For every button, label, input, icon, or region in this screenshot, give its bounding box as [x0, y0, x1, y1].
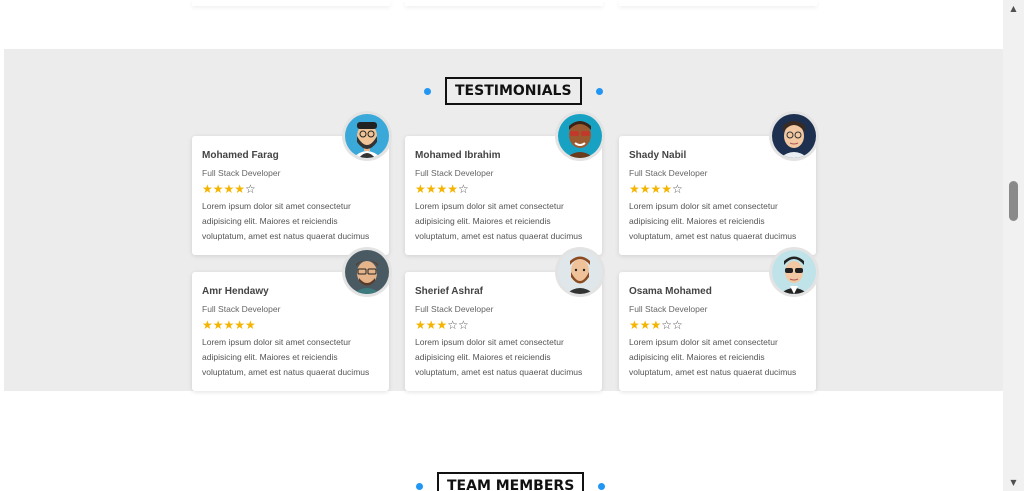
- star-filled-icon: ★★★★: [629, 182, 673, 196]
- rating-stars: ★★★☆☆: [629, 318, 806, 332]
- star-empty-icon: ☆☆: [661, 318, 683, 332]
- avatar-glasses-dark-hair-icon: [772, 114, 816, 158]
- scroll-down-arrow-icon[interactable]: ▼: [1003, 474, 1024, 491]
- scroll-up-arrow-icon[interactable]: ▲: [1003, 0, 1024, 17]
- bullet-dot-icon: [598, 482, 606, 490]
- section-title: TEAM MEMBERS: [437, 472, 585, 491]
- avatar-sunglasses-icon: [558, 114, 602, 158]
- star-filled-icon: ★★★★★: [202, 318, 256, 332]
- testimonials-section: TESTIMONIALS Mohamed Farag Full Stack De…: [4, 49, 1003, 391]
- section-title: TESTIMONIALS: [445, 77, 582, 105]
- testimonial-text: Lorem ipsum dolor sit amet consectetur a…: [202, 201, 370, 241]
- star-empty-icon: ☆: [458, 182, 469, 196]
- testimonial-text: Lorem ipsum dolor sit amet consectetur a…: [415, 201, 583, 241]
- testimonial-role: Full Stack Developer: [202, 168, 281, 178]
- rating-stars: ★★★★☆: [629, 182, 806, 196]
- page: TESTIMONIALS Mohamed Farag Full Stack De…: [0, 0, 1024, 491]
- testimonial-text: Lorem ipsum dolor sit amet consectetur a…: [629, 337, 797, 377]
- bullet-dot-icon: [424, 87, 431, 95]
- rating-stars: ★★★★☆: [415, 182, 592, 196]
- star-empty-icon: ☆: [672, 182, 683, 196]
- bullet-dot-icon: [416, 482, 423, 490]
- avatar: [769, 111, 819, 161]
- avatar-beard-icon: [558, 250, 602, 294]
- star-filled-icon: ★★★: [415, 318, 448, 332]
- star-empty-icon: ☆: [245, 182, 256, 196]
- star-filled-icon: ★★★★: [202, 182, 246, 196]
- avatar-bearded-cap-glasses-icon: [345, 114, 389, 158]
- scrollbar-thumb[interactable]: [1009, 181, 1018, 221]
- avatar-glasses-beanie-icon: [345, 250, 389, 294]
- testimonial-role: Full Stack Developer: [629, 168, 708, 178]
- testimonial-role: Full Stack Developer: [202, 304, 281, 314]
- previous-section-bottom: [0, 0, 1003, 49]
- testimonial-text: Lorem ipsum dolor sit amet consectetur a…: [202, 337, 370, 377]
- testimonial-role: Full Stack Developer: [415, 304, 494, 314]
- avatar: [555, 111, 605, 161]
- avatar: [555, 247, 605, 297]
- previous-card: [192, 0, 390, 6]
- testimonials-heading: TESTIMONIALS: [424, 77, 603, 105]
- bullet-dot-icon: [595, 87, 603, 95]
- testimonial-text: Lorem ipsum dolor sit amet consectetur a…: [415, 337, 583, 377]
- rating-stars: ★★★☆☆: [415, 318, 592, 332]
- testimonial-role: Full Stack Developer: [629, 304, 708, 314]
- avatar: [342, 111, 392, 161]
- rating-stars: ★★★★★: [202, 318, 379, 332]
- rating-stars: ★★★★☆: [202, 182, 379, 196]
- avatar-shades-icon: [772, 250, 816, 294]
- avatar: [769, 247, 819, 297]
- previous-card: [405, 0, 603, 6]
- star-empty-icon: ☆☆: [447, 318, 469, 332]
- testimonial-text: Lorem ipsum dolor sit amet consectetur a…: [629, 201, 797, 241]
- star-filled-icon: ★★★: [629, 318, 662, 332]
- star-filled-icon: ★★★★: [415, 182, 459, 196]
- testimonial-role: Full Stack Developer: [415, 168, 494, 178]
- previous-card: [619, 0, 817, 6]
- avatar: [342, 247, 392, 297]
- team-members-heading: TEAM MEMBERS: [416, 472, 606, 491]
- vertical-scrollbar[interactable]: ▲ ▼: [1003, 0, 1024, 491]
